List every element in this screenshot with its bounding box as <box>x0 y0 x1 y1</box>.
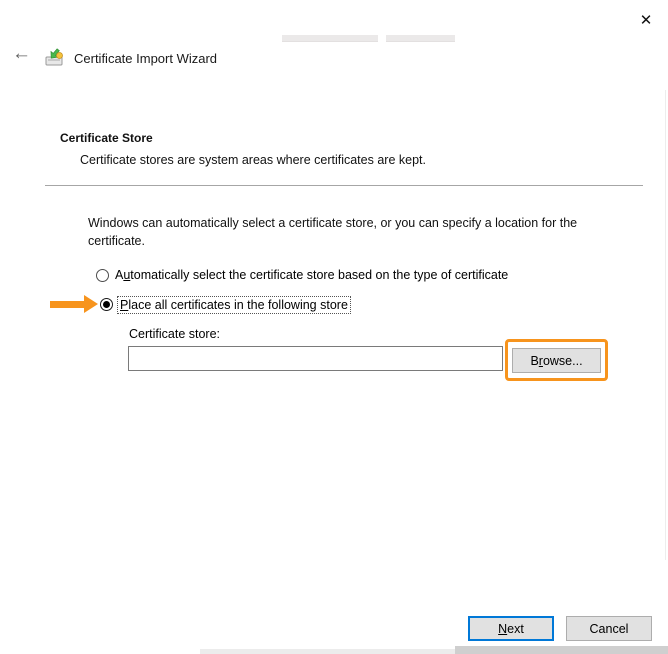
close-icon: ✕ <box>639 12 653 29</box>
certificate-wizard-icon <box>44 47 66 67</box>
faint-redaction-bar <box>386 35 455 42</box>
next-button[interactable]: Next <box>468 616 554 641</box>
certificate-import-wizard-dialog: { "window": { "close_icon": "✕" }, "head… <box>0 0 668 654</box>
intro-text: Windows can automatically select a certi… <box>88 216 578 248</box>
radio-place-all-certificates[interactable] <box>100 298 113 311</box>
page-title: Certificate Import Wizard <box>74 51 218 66</box>
section-description: Certificate stores are system areas wher… <box>80 153 426 167</box>
bottom-edge-artifact <box>455 646 668 654</box>
close-button[interactable]: ✕ <box>634 8 658 32</box>
cancel-button[interactable]: Cancel <box>566 616 652 641</box>
section-heading: Certificate Store <box>60 131 153 145</box>
browse-button[interactable]: Browse... <box>512 348 601 373</box>
faint-redaction-bar <box>282 35 378 42</box>
bottom-edge-artifact <box>200 649 458 654</box>
right-edge-artifact <box>665 90 666 560</box>
annotation-arrow-icon <box>84 295 98 313</box>
certificate-store-label: Certificate store: <box>129 327 221 341</box>
radio-automatic-select[interactable] <box>96 269 109 282</box>
certificate-store-input[interactable] <box>128 346 503 371</box>
back-arrow-icon: ← <box>12 43 31 64</box>
divider-line <box>45 185 643 186</box>
back-button[interactable]: ← <box>12 44 31 64</box>
radio-automatic-select-label[interactable]: Automatically select the certificate sto… <box>115 268 508 282</box>
radio-place-all-certificates-label[interactable]: Place all certificates in the following … <box>117 296 351 314</box>
annotation-arrow-shaft <box>50 301 84 308</box>
